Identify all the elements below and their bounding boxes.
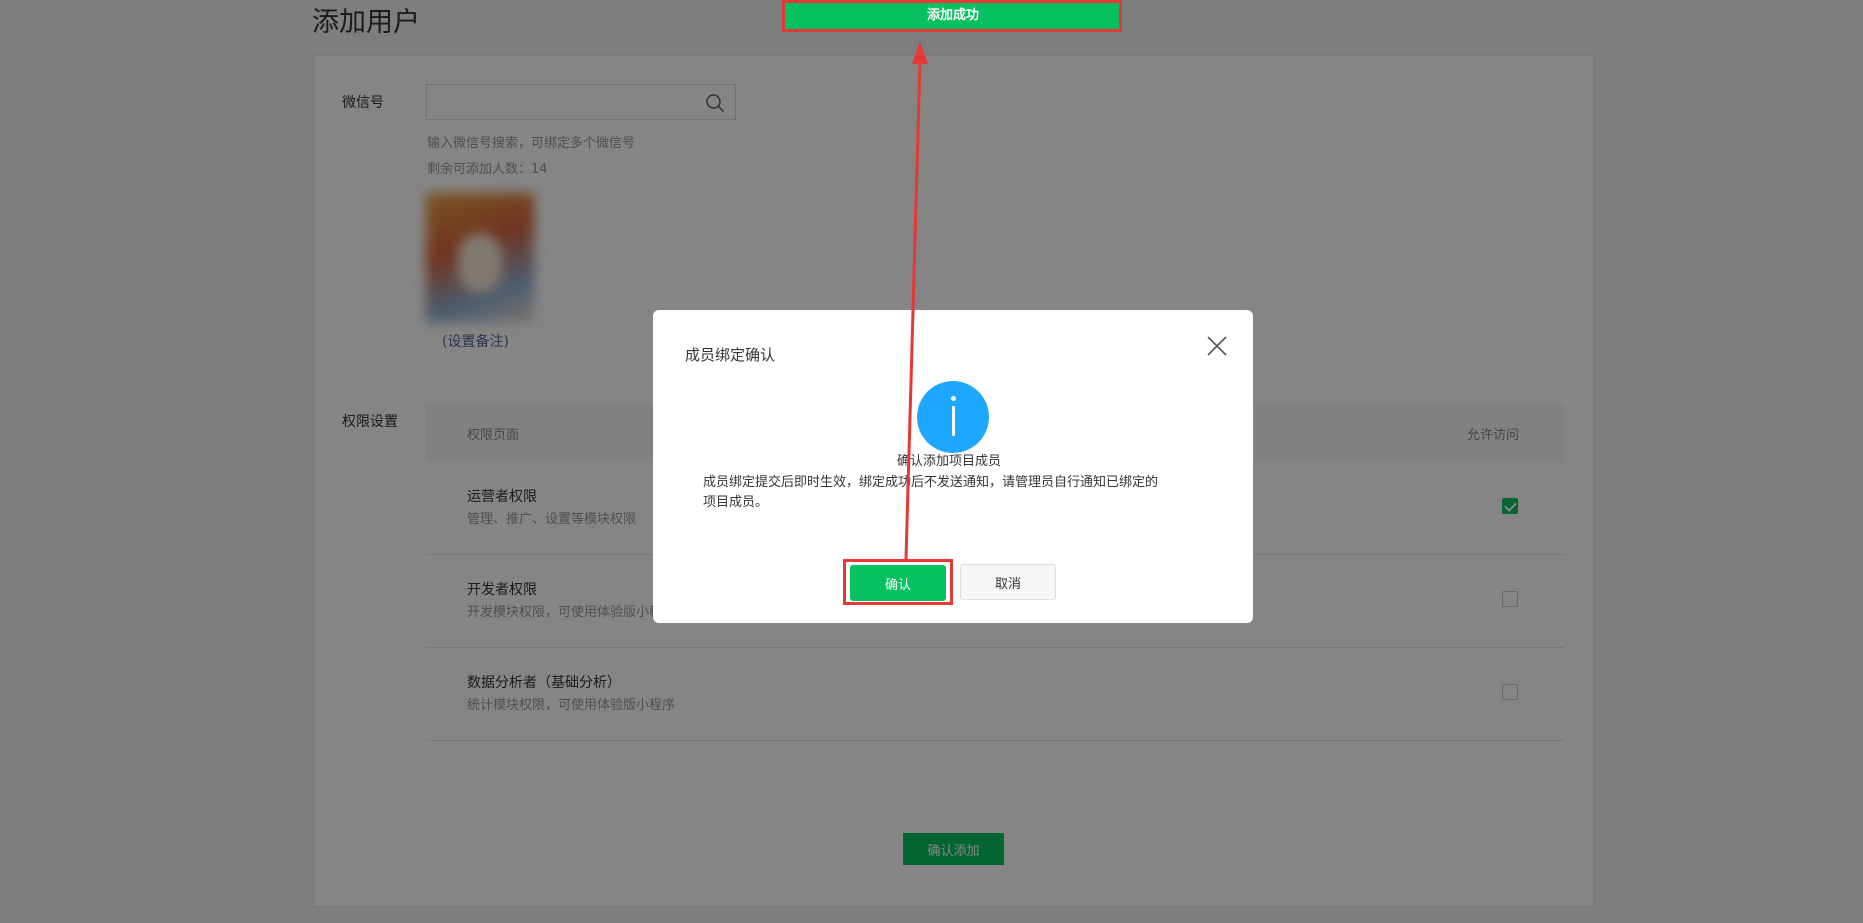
annotation-arrow — [904, 42, 928, 560]
